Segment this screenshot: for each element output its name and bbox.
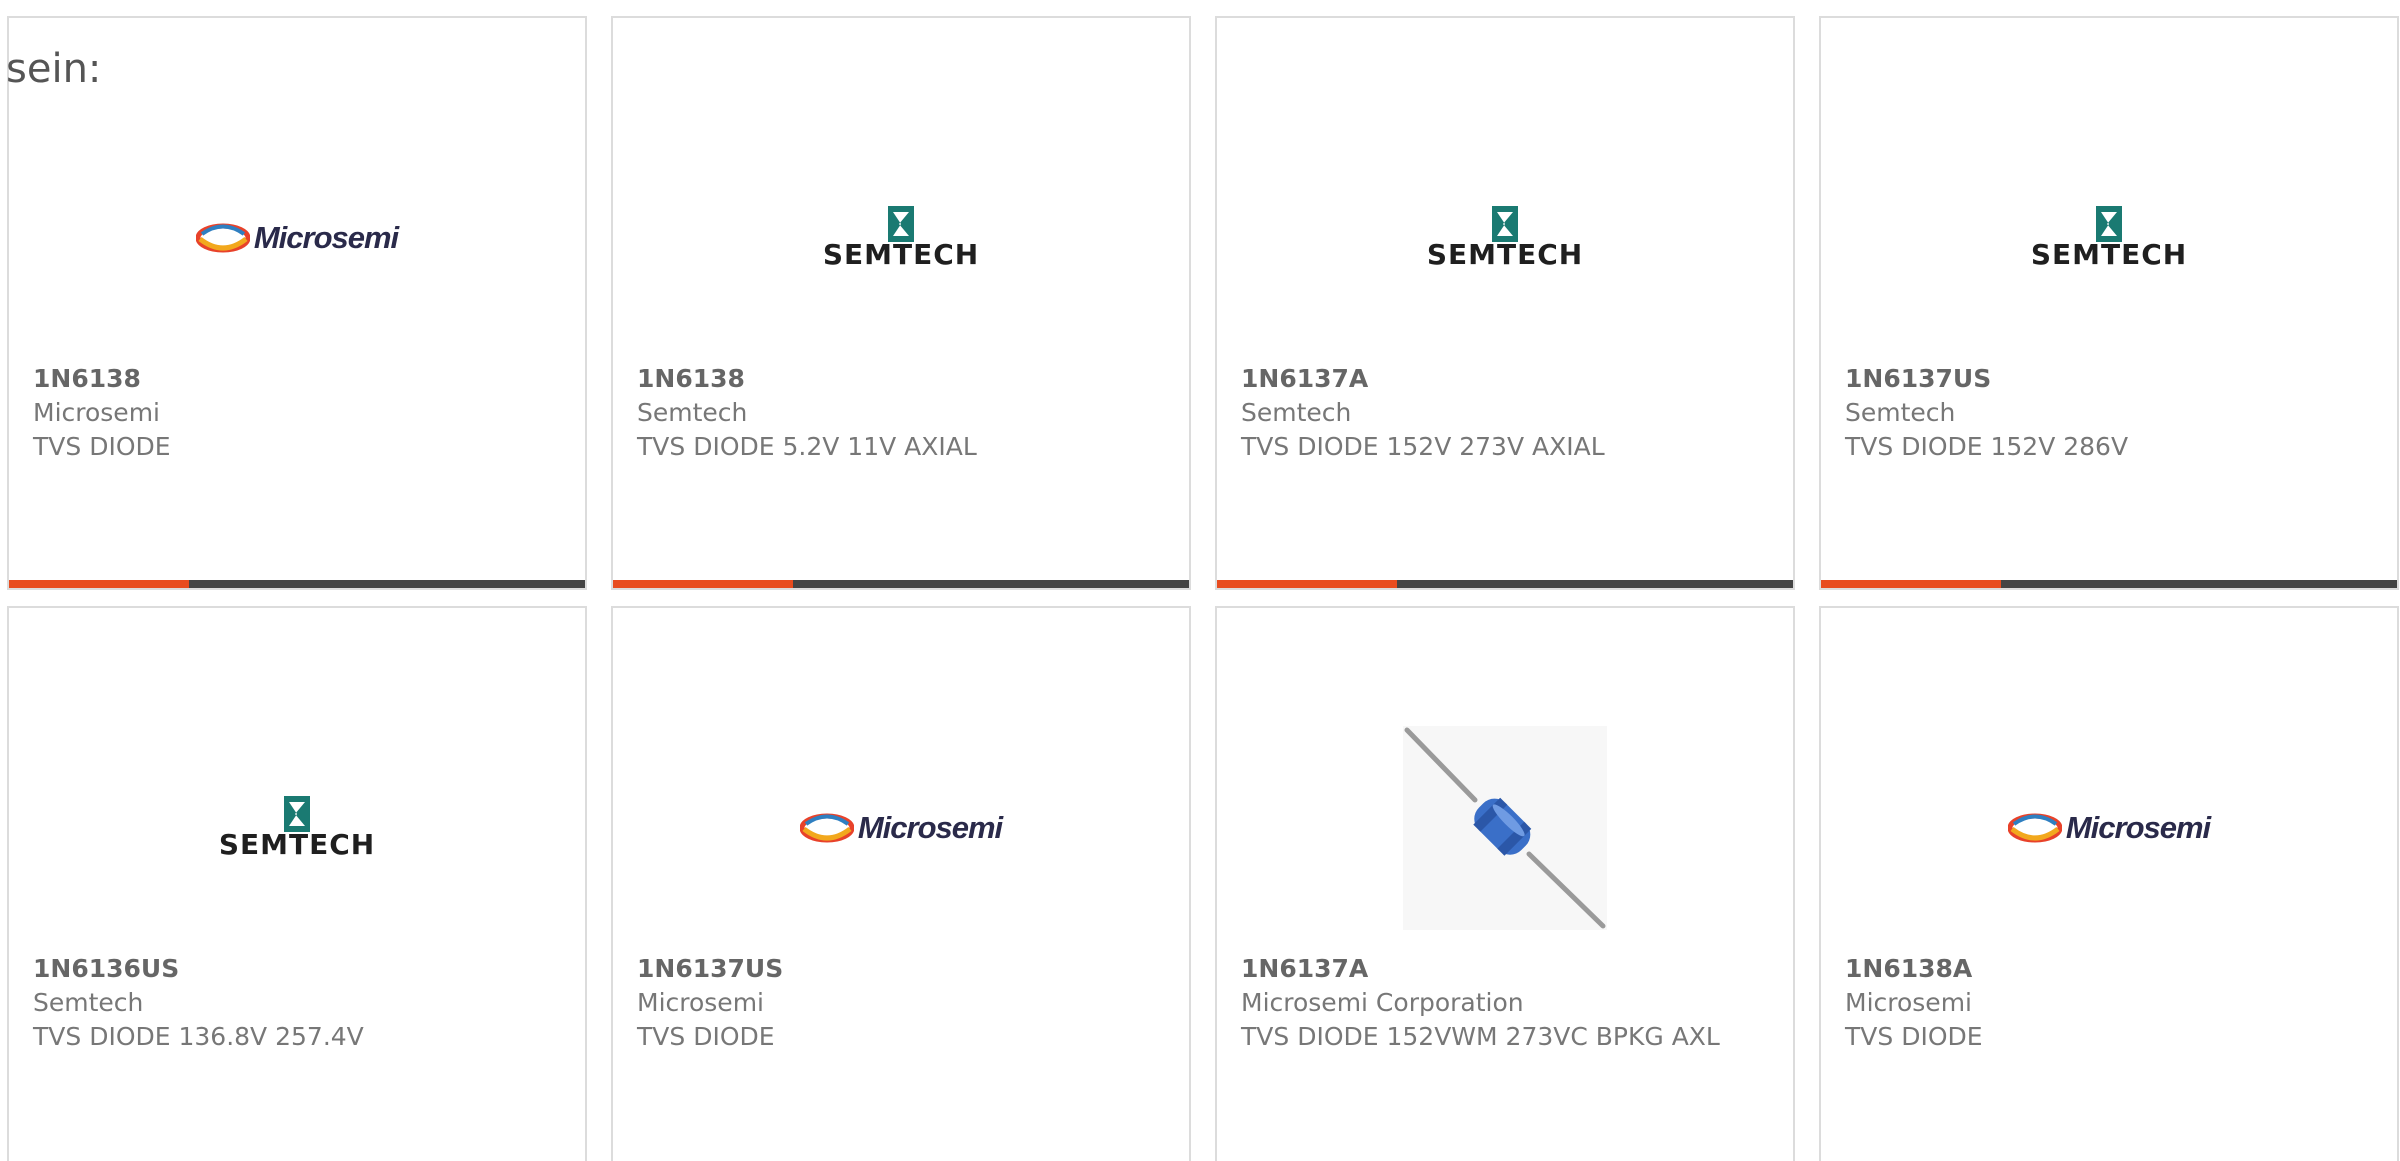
product-card[interactable]: Microsemi 1N6137US Microsemi TVS DIODE — [611, 606, 1191, 1161]
manufacturer: Microsemi — [1845, 988, 1972, 1017]
manufacturer: Semtech — [33, 988, 144, 1017]
manufacturer: Semtech — [1845, 398, 1956, 427]
manufacturer: Microsemi — [33, 398, 160, 427]
card-accent-bar — [9, 580, 585, 588]
semtech-logo: SEMTECH — [1821, 128, 2397, 348]
microsemi-swirl-icon — [799, 813, 854, 843]
semtech-logo-text: SEMTECH — [1426, 238, 1584, 271]
semtech-logo-text: SEMTECH — [2030, 238, 2188, 271]
card-accent-bar — [1821, 580, 2397, 588]
description: TVS DIODE 152V 286V — [1845, 432, 2129, 461]
part-number[interactable]: 1N6137US — [1845, 362, 2325, 396]
part-number[interactable]: 1N6136US — [33, 952, 513, 986]
semtech-logo: SEMTECH — [9, 718, 585, 938]
product-card[interactable]: SEMTECH 1N6138 Semtech TVS DIODE 5.2V 11… — [611, 16, 1191, 590]
part-number[interactable]: 1N6138A — [1845, 952, 2325, 986]
product-card[interactable]: SEMTECH 1N6137US Semtech TVS DIODE 152V … — [1819, 16, 2399, 590]
part-number[interactable]: 1N6138 — [637, 362, 1117, 396]
description: TVS DIODE 5.2V 11V AXIAL — [637, 432, 977, 461]
part-number[interactable]: 1N6137A — [1241, 952, 1721, 986]
description: TVS DIODE — [33, 432, 171, 461]
microsemi-logo-text: Microsemi — [253, 220, 399, 255]
semtech-logo-text: SEMTECH — [822, 238, 980, 271]
part-number[interactable]: 1N6137A — [1241, 362, 1721, 396]
description: TVS DIODE 152V 273V AXIAL — [1241, 432, 1605, 461]
part-number[interactable]: 1N6137US — [637, 952, 1117, 986]
microsemi-logo: Microsemi — [9, 128, 585, 348]
microsemi-logo-text: Microsemi — [857, 810, 1003, 845]
semtech-logo: SEMTECH — [1217, 128, 1793, 348]
intro-text: sein: — [6, 46, 102, 92]
product-card[interactable]: Microsemi 1N6138A Microsemi TVS DIODE — [1819, 606, 2399, 1161]
card-accent-bar — [1217, 580, 1793, 588]
description: TVS DIODE — [1845, 1022, 1983, 1051]
manufacturer: Microsemi — [637, 988, 764, 1017]
microsemi-logo-text: Microsemi — [2065, 810, 2211, 845]
description: TVS DIODE 152VWM 273VC BPKG AXL — [1241, 1022, 1720, 1051]
microsemi-logo: Microsemi — [613, 718, 1189, 938]
description: TVS DIODE 136.8V 257.4V — [33, 1022, 364, 1051]
product-card[interactable]: SEMTECH 1N6136US Semtech TVS DIODE 136.8… — [7, 606, 587, 1161]
axial-diode-image — [1403, 726, 1607, 930]
product-card[interactable]: SEMTECH 1N6137A Semtech TVS DIODE 152V 2… — [1215, 16, 1795, 590]
semtech-logo: SEMTECH — [613, 128, 1189, 348]
card-accent-bar — [613, 580, 1189, 588]
part-number[interactable]: 1N6138 — [33, 362, 513, 396]
microsemi-swirl-icon — [195, 223, 250, 253]
manufacturer: Microsemi Corporation — [1241, 988, 1524, 1017]
microsemi-swirl-icon — [2007, 813, 2062, 843]
manufacturer: Semtech — [637, 398, 748, 427]
semtech-logo-text: SEMTECH — [218, 828, 376, 861]
product-card[interactable]: 1N6137A Microsemi Corporation TVS DIODE … — [1215, 606, 1795, 1161]
axial-diode-photo — [1217, 718, 1793, 938]
manufacturer: Semtech — [1241, 398, 1352, 427]
microsemi-logo: Microsemi — [1821, 718, 2397, 938]
product-card[interactable]: Microsemi 1N6138 Microsemi TVS DIODE — [7, 16, 587, 590]
description: TVS DIODE — [637, 1022, 775, 1051]
